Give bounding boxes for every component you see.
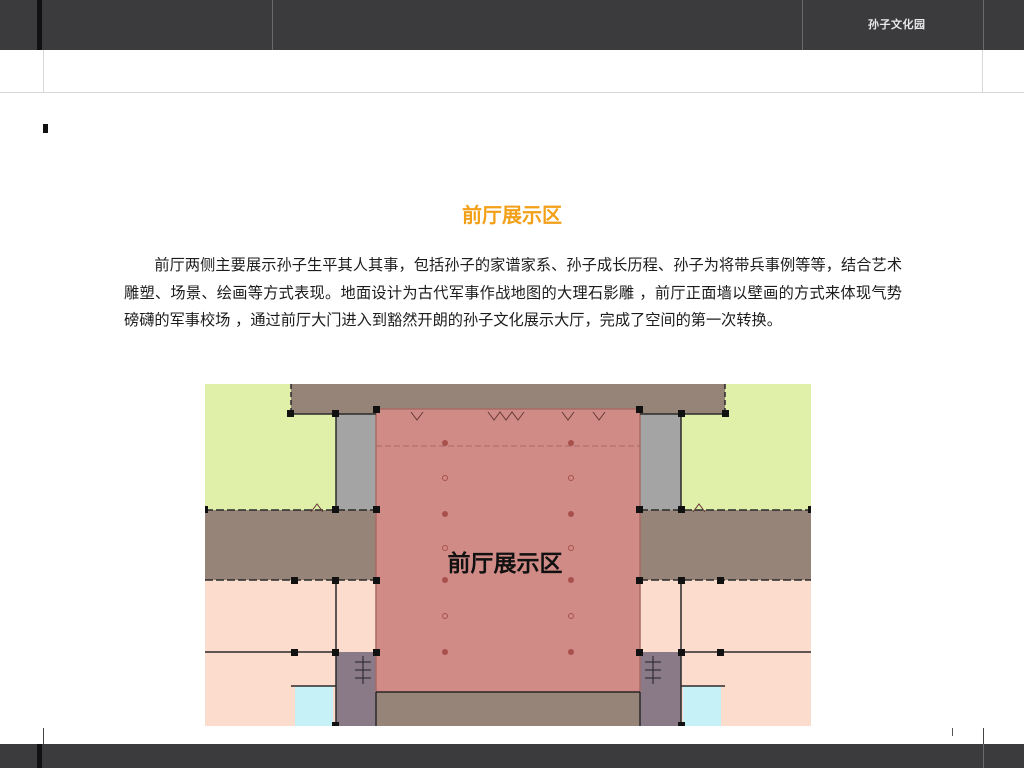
bottom-bar <box>0 744 1024 768</box>
guide-line <box>43 728 44 744</box>
bottom-corridor <box>376 692 640 726</box>
bottom-bar-divider <box>983 744 984 768</box>
top-bar-divider <box>983 0 984 50</box>
guide-line <box>43 50 44 92</box>
guide-line <box>983 728 984 744</box>
page-tick <box>952 728 953 736</box>
top-bar-divider <box>802 0 803 50</box>
cyan-space-left <box>295 686 333 726</box>
gray-room-left <box>336 414 376 510</box>
top-bar-divider <box>272 0 273 50</box>
top-bar-accent <box>37 0 42 50</box>
section-title: 前厅展示区 <box>462 203 562 227</box>
stair-room-left <box>336 652 376 726</box>
brand-title: 孙子文化园 <box>868 18 926 31</box>
stair-room-right <box>640 652 681 726</box>
cyan-space-right <box>683 686 721 726</box>
top-bar: 孙子文化园 <box>0 0 1024 50</box>
guide-line <box>982 50 983 92</box>
section-paragraph: 前厅两侧主要展示孙子生平其人其事，包括孙子的家谱家系、孙子成长历程、孙子为将带兵… <box>124 256 902 329</box>
bottom-bar-accent <box>37 744 42 768</box>
slide-marker <box>43 124 48 133</box>
guide-line <box>0 92 1024 93</box>
gray-room-right <box>640 414 681 510</box>
plan-label: 前厅展示区 <box>447 551 563 577</box>
